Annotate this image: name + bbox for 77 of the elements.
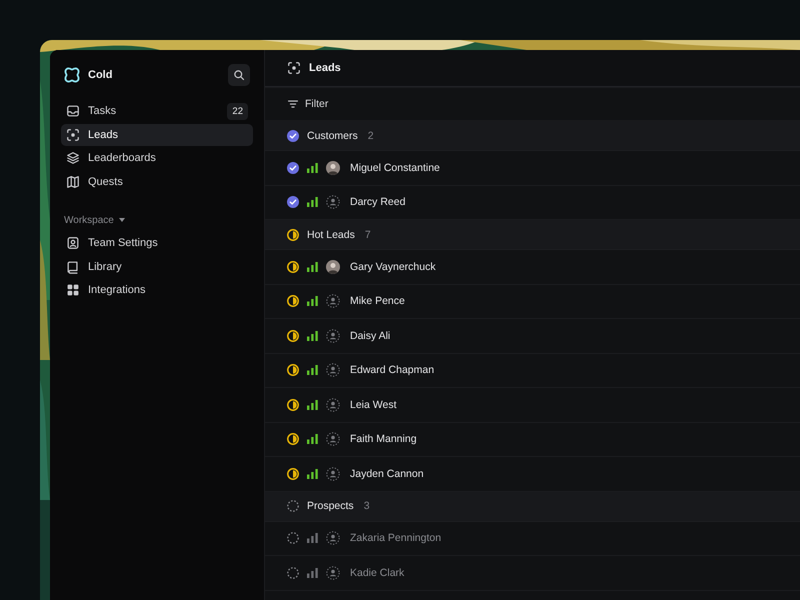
lead-name: Zakaria Pennington bbox=[350, 532, 442, 544]
lead-name: Darcy Reed bbox=[350, 196, 406, 208]
signal-bars-icon bbox=[307, 197, 318, 208]
group-name: Customers bbox=[307, 130, 358, 142]
signal-bars-icon bbox=[307, 400, 318, 410]
half-circle-icon bbox=[287, 433, 299, 446]
layers-icon bbox=[66, 151, 80, 165]
lead-name: Kadie Clark bbox=[350, 566, 404, 579]
check-circle-icon bbox=[287, 162, 299, 174]
sidebar-item-label: Tasks bbox=[88, 105, 118, 117]
group-count: 7 bbox=[364, 228, 371, 240]
section-header[interactable]: Workspace bbox=[61, 210, 253, 230]
dashed-circle-icon bbox=[287, 566, 299, 579]
lead-row[interactable]: Zakaria Pennington bbox=[265, 522, 800, 556]
sidebar-item-label: Integrations bbox=[88, 284, 146, 296]
count-badge: 22 bbox=[227, 102, 248, 120]
sidebar-item[interactable]: Tasks 22 bbox=[61, 100, 253, 122]
filter-icon bbox=[287, 98, 299, 110]
sidebar-item[interactable]: Quests bbox=[61, 170, 253, 192]
sidebar-item[interactable]: Library bbox=[61, 256, 253, 278]
signal-bars-icon bbox=[307, 533, 318, 544]
lead-name: Jayden Cannon bbox=[350, 468, 424, 480]
filter-button[interactable]: Filter bbox=[265, 87, 800, 121]
search-button[interactable] bbox=[228, 64, 250, 86]
half-circle-icon bbox=[287, 364, 299, 376]
sidebar-item-label: Leads bbox=[88, 128, 119, 140]
signal-bars-icon bbox=[307, 365, 318, 376]
signal-bars-icon bbox=[307, 434, 318, 444]
half-circle-icon bbox=[287, 468, 299, 480]
signal-bars-icon bbox=[307, 468, 318, 479]
half-circle-icon bbox=[287, 260, 299, 273]
map-icon bbox=[66, 174, 80, 188]
sidebar-item[interactable]: Leaderboards bbox=[61, 147, 253, 169]
group-count: 3 bbox=[364, 500, 370, 512]
half-circle-icon bbox=[287, 295, 299, 308]
caret-icon bbox=[118, 218, 125, 222]
sidebar-item-label: Team Settings bbox=[88, 237, 159, 249]
page-title: Leads bbox=[309, 62, 341, 74]
lead-name: Leia West bbox=[350, 398, 396, 411]
check-circle-icon bbox=[287, 196, 299, 208]
group-name: Prospects bbox=[307, 500, 354, 512]
sidebar-item-label: Quests bbox=[88, 176, 124, 188]
sidebar-item[interactable]: Leads bbox=[61, 124, 253, 146]
half-circle-icon bbox=[287, 330, 299, 342]
lead-row[interactable]: Darcy Reed bbox=[265, 186, 800, 220]
signal-bars-icon bbox=[307, 568, 318, 578]
half-circle-icon bbox=[287, 398, 299, 411]
book-icon bbox=[66, 260, 80, 274]
signal-bars-icon bbox=[307, 296, 318, 306]
signal-bars-icon bbox=[307, 162, 318, 173]
group-name: Hot Leads bbox=[307, 228, 355, 240]
lead-row[interactable]: Edward Chapman bbox=[265, 354, 800, 388]
lead-name: Mike Pence bbox=[350, 295, 405, 308]
signal-bars-icon bbox=[307, 330, 318, 341]
id-badge-icon bbox=[66, 236, 80, 250]
group-count: 2 bbox=[368, 130, 374, 142]
sidebar-item-label: Library bbox=[88, 260, 123, 272]
signal-bars-icon bbox=[307, 262, 318, 272]
app-name: Cold bbox=[88, 69, 114, 81]
lead-name: Faith Manning bbox=[350, 433, 417, 446]
logo-icon bbox=[64, 67, 80, 83]
section-label: Workspace bbox=[64, 214, 114, 226]
dashed-circle-icon bbox=[287, 532, 299, 544]
lead-row[interactable]: Faith Manning bbox=[265, 422, 800, 457]
lead-name: Daisy Ali bbox=[350, 330, 390, 342]
lead-name: Gary Vaynerchuck bbox=[350, 260, 436, 273]
lead-name: Miguel Constantine bbox=[350, 162, 440, 174]
focus-icon bbox=[287, 61, 301, 75]
grid-icon bbox=[66, 283, 80, 297]
sidebar-item[interactable]: Team Settings bbox=[61, 232, 253, 254]
lead-name: Edward Chapman bbox=[350, 364, 434, 376]
inbox-icon bbox=[66, 104, 80, 118]
sidebar-item-label: Leaderboards bbox=[88, 152, 157, 164]
search-icon bbox=[233, 69, 245, 81]
sidebar-item[interactable]: Integrations bbox=[61, 279, 253, 301]
focus-icon bbox=[66, 128, 80, 142]
lead-row[interactable]: Mike Pence bbox=[265, 284, 800, 319]
